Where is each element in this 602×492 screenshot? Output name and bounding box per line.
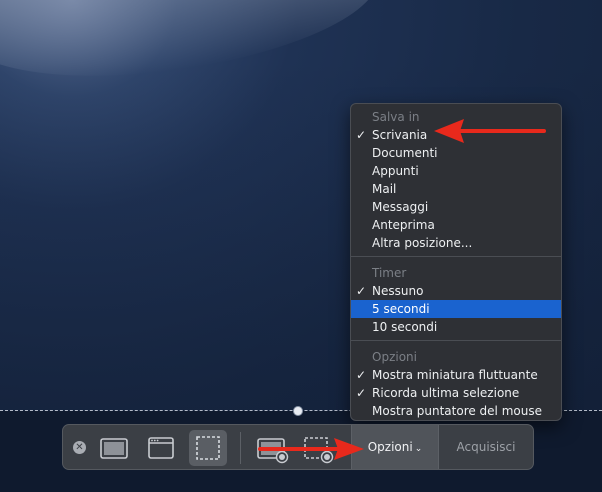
menu-item-anteprima[interactable]: Anteprima [351,216,561,234]
capture-window-icon [148,437,174,459]
menu-item-mostra-puntatore[interactable]: Mostra puntatore del mouse [351,402,561,420]
selection-resize-handle[interactable] [293,406,303,416]
chevron-down-icon: ⌄ [414,444,423,454]
menu-item-mostra-miniatura[interactable]: ✓ Mostra miniatura fluttuante [351,366,561,384]
menu-item-mail[interactable]: Mail [351,180,561,198]
menu-separator [351,340,561,341]
toolbar-divider [240,432,241,464]
checkmark-icon: ✓ [356,284,367,298]
annotation-arrow-icon [258,438,364,460]
menu-header-timer: Timer [372,266,407,280]
menu-item-10-secondi[interactable]: 10 secondi [351,318,561,336]
options-menu: Salva in ✓ Scrivania Documenti Appunti Ma… [350,103,562,421]
capture-button[interactable]: Acquisisci [439,425,533,469]
checkmark-icon: ✓ [356,386,367,400]
capture-window-button[interactable] [142,430,180,466]
menu-header-opzioni: Opzioni [372,350,417,364]
annotation-arrow-icon [434,119,546,143]
menu-item-5-secondi[interactable]: 5 secondi [351,300,561,318]
capture-entire-screen-icon [100,438,128,459]
menu-item-appunti[interactable]: Appunti [351,162,561,180]
menu-item-ricorda-selezione[interactable]: ✓ Ricorda ultima selezione [351,384,561,402]
capture-entire-screen-button[interactable] [95,430,133,466]
capture-selection-button[interactable] [189,430,227,466]
checkmark-icon: ✓ [356,128,367,142]
menu-item-altra-posizione[interactable]: Altra posizione... [351,234,561,252]
menu-item-messaggi[interactable]: Messaggi [351,198,561,216]
menu-separator [351,256,561,257]
close-icon[interactable]: ✕ [73,441,86,454]
options-button-label: Opzioni [367,440,413,454]
menu-item-nessuno[interactable]: ✓ Nessuno [351,282,561,300]
capture-selection-icon [196,436,220,460]
checkmark-icon: ✓ [356,368,367,382]
